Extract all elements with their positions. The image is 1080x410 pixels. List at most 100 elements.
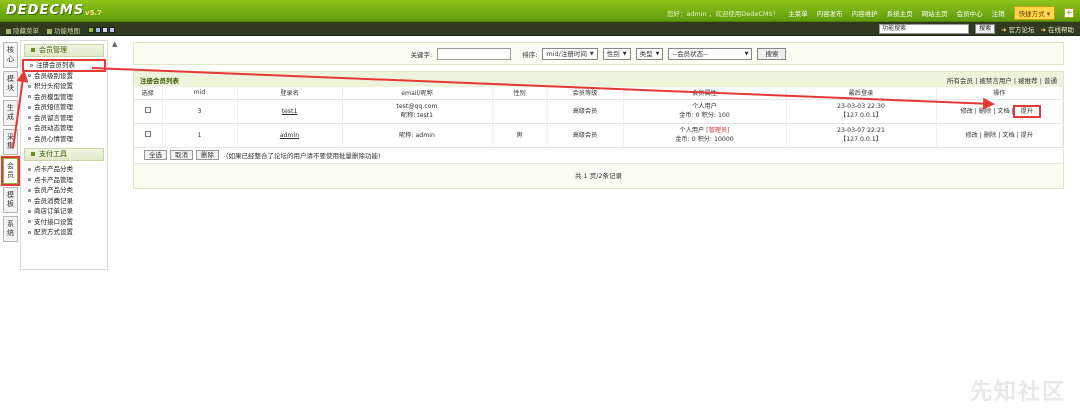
bulk-delete-button[interactable]: 删除 xyxy=(196,150,219,160)
search-button[interactable]: 搜索 xyxy=(757,47,787,60)
upgrade-button[interactable]: 提升 xyxy=(1012,104,1042,118)
quick-menu-button[interactable]: 快捷方式 ▾ xyxy=(1013,6,1055,20)
tab-template[interactable]: 模板 xyxy=(3,187,18,213)
menu-group-member[interactable]: 会员管理 xyxy=(24,44,104,57)
upgrade-link[interactable]: 提升 xyxy=(1021,132,1033,139)
online-help-link[interactable]: ➜ 在线帮助 xyxy=(1041,24,1074,34)
nav-main-menu[interactable]: 主菜单 xyxy=(788,8,808,18)
hide-menu-label: 隐藏菜单 xyxy=(13,27,39,35)
ops-cell: 修改 | 删除 | 文档 | 提升 xyxy=(936,99,1063,124)
status-select[interactable]: --会员状态-- ▼ xyxy=(668,47,753,60)
group-icon xyxy=(31,48,35,52)
nav-site-home[interactable]: 网站主页 xyxy=(922,8,948,18)
hide-menu-button[interactable]: 隐藏菜单 xyxy=(6,25,39,35)
help-label: 在线帮助 xyxy=(1048,26,1074,34)
login-link[interactable]: test1 xyxy=(282,108,298,115)
menu-item-payment-api[interactable]: 支付接口设置 xyxy=(21,217,107,228)
nav-system-home[interactable]: 系统主页 xyxy=(887,8,913,18)
tab-module[interactable]: 模块 xyxy=(3,71,18,97)
bullet-icon xyxy=(28,209,31,213)
sidebar-menu: 会员管理 注册会员列表 会员级别设置 积分头衔设置 会员模型管理 会员短信管理 … xyxy=(20,40,108,270)
login-time: 23-03-07 22:21 xyxy=(837,127,885,134)
menu-item-label: 会员短信管理 xyxy=(34,103,73,111)
theme-gray-swatch[interactable] xyxy=(102,27,108,33)
mid-cell: 3 xyxy=(162,99,238,124)
menu-item-delivery[interactable]: 配货方式设置 xyxy=(21,227,107,238)
menu-item-member-model[interactable]: 会员模型管理 xyxy=(21,92,107,103)
col-mid: mid xyxy=(162,87,238,100)
tab-generate[interactable]: 生成 xyxy=(3,100,18,126)
bullet-icon xyxy=(28,84,31,88)
sort-select[interactable]: mid/注册时间 ▼ xyxy=(542,47,598,60)
gender-select[interactable]: 性别 ▼ xyxy=(602,47,631,60)
score-text: 金币: 0 积分: 10000 xyxy=(675,136,734,143)
arrow-icon: ➜ xyxy=(1001,26,1007,34)
official-forum-link[interactable]: ➜ 官方论坛 xyxy=(1001,24,1034,34)
type-select[interactable]: 类型 ▼ xyxy=(635,47,664,60)
func-map-label: 功能地图 xyxy=(54,27,80,35)
bullet-icon xyxy=(28,74,31,77)
row-ops-links[interactable]: 修改 | 删除 | 文档 | xyxy=(965,132,1018,139)
menu-item-member-message[interactable]: 会员留言管理 xyxy=(21,113,107,124)
col-ops: 操作 xyxy=(936,87,1063,100)
status-value: --会员状态-- xyxy=(672,49,708,58)
main-content: 关键字: 排序: mid/注册时间 ▼ 性别 ▼ 类型 ▼ --会员状态-- ▼ 搜索 … xyxy=(133,42,1064,189)
tab-member[interactable]: 会员 xyxy=(1,156,20,186)
menu-item-label: 点卡产品分类 xyxy=(34,165,73,173)
menu-item-member-activity[interactable]: 会员动态管理 xyxy=(21,123,107,134)
func-map-button[interactable]: 功能地图 xyxy=(47,25,80,35)
menu-item-member-mood[interactable]: 会员心情管理 xyxy=(21,134,107,145)
nav-content-publish[interactable]: 内容发布 xyxy=(817,8,843,18)
tab-system[interactable]: 系统 xyxy=(3,216,18,242)
scroll-up-icon[interactable]: ▲ xyxy=(112,40,117,48)
menu-item-label: 会员动态管理 xyxy=(34,124,73,132)
select-all-button[interactable]: 全选 xyxy=(144,150,167,160)
menu-item-member-list[interactable]: 注册会员列表 xyxy=(22,59,106,72)
theme-blue-swatch[interactable] xyxy=(95,27,101,33)
menu-item-shop-order[interactable]: 商店订单记录 xyxy=(21,206,107,217)
email-cell: test@qq.com 昵称: test1 xyxy=(342,99,493,124)
member-filter-links[interactable]: 所有会员 | 被禁言用户 | 被推荐 | 普通 xyxy=(947,75,1057,85)
nav-content-maintain[interactable]: 内容维护 xyxy=(852,8,878,18)
bullet-icon xyxy=(28,167,31,171)
menu-item-card-category[interactable]: 点卡产品分类 xyxy=(21,164,107,175)
last-login-cell: 23-03-03 22:30 【127.0.0.1】 xyxy=(786,99,937,124)
menu-group-payment[interactable]: 支付工具 xyxy=(24,148,104,161)
nav-member-center[interactable]: 会员中心 xyxy=(957,8,983,18)
top-nav: 您好：admin ，欢迎使用DedeCMS！ 主菜单 内容发布 内容维护 系统主… xyxy=(667,6,1074,20)
col-select: 选择 xyxy=(134,87,163,100)
nav-logout[interactable]: 注销 xyxy=(992,8,1005,18)
login-link[interactable]: admin xyxy=(280,132,299,139)
theme-green-swatch[interactable] xyxy=(88,27,94,33)
function-search-input[interactable]: 功能搜索 xyxy=(879,24,970,34)
function-search-button[interactable]: 搜索 xyxy=(975,24,996,34)
menu-item-label: 会员心情管理 xyxy=(34,134,73,143)
menu-item-score-title[interactable]: 积分头衔设置 xyxy=(21,81,107,92)
menu-item-card-product[interactable]: 点卡产品管理 xyxy=(21,175,107,186)
add-quick-button[interactable]: + xyxy=(1064,8,1074,18)
bullet-icon xyxy=(28,105,31,109)
keyword-input[interactable] xyxy=(437,47,512,60)
theme-swatches xyxy=(88,26,116,34)
nickname-text: 昵称: admin xyxy=(399,131,435,139)
menu-item-label: 积分头衔设置 xyxy=(34,82,73,90)
theme-light-swatch[interactable] xyxy=(109,27,115,33)
menu-item-member-sms[interactable]: 会员短信管理 xyxy=(21,102,107,113)
menu-item-member-level[interactable]: 会员级别设置 xyxy=(21,71,107,82)
row-checkbox[interactable] xyxy=(144,106,151,113)
ops-cell: 修改 | 删除 | 文档 | 提升 xyxy=(936,123,1063,148)
row-ops-links[interactable]: 修改 | 删除 | 文档 | xyxy=(960,108,1013,115)
bullet-icon xyxy=(28,137,31,140)
row-checkbox[interactable] xyxy=(144,130,151,137)
tab-collect[interactable]: 采集 xyxy=(3,129,18,155)
cancel-select-button[interactable]: 取消 xyxy=(170,150,193,160)
menu-item-label: 点卡产品管理 xyxy=(34,175,73,184)
menu-item-label: 会员模型管理 xyxy=(34,92,73,101)
member-list: 注册会员列表 所有会员 | 被禁言用户 | 被推荐 | 普通 选择 mid 登录… xyxy=(133,71,1064,189)
sort-value: mid/注册时间 xyxy=(546,49,587,58)
menu-item-label: 支付接口设置 xyxy=(34,217,73,226)
tab-core[interactable]: 核心 xyxy=(3,42,18,68)
table-header-row: 选择 mid 登录名 email/昵称 性别 会员等级 会员属性 最后登录 操作 xyxy=(134,87,1063,100)
menu-item-member-product-category[interactable]: 会员产品分类 xyxy=(21,185,107,196)
menu-item-consume-record[interactable]: 会员消费记录 xyxy=(21,196,107,207)
